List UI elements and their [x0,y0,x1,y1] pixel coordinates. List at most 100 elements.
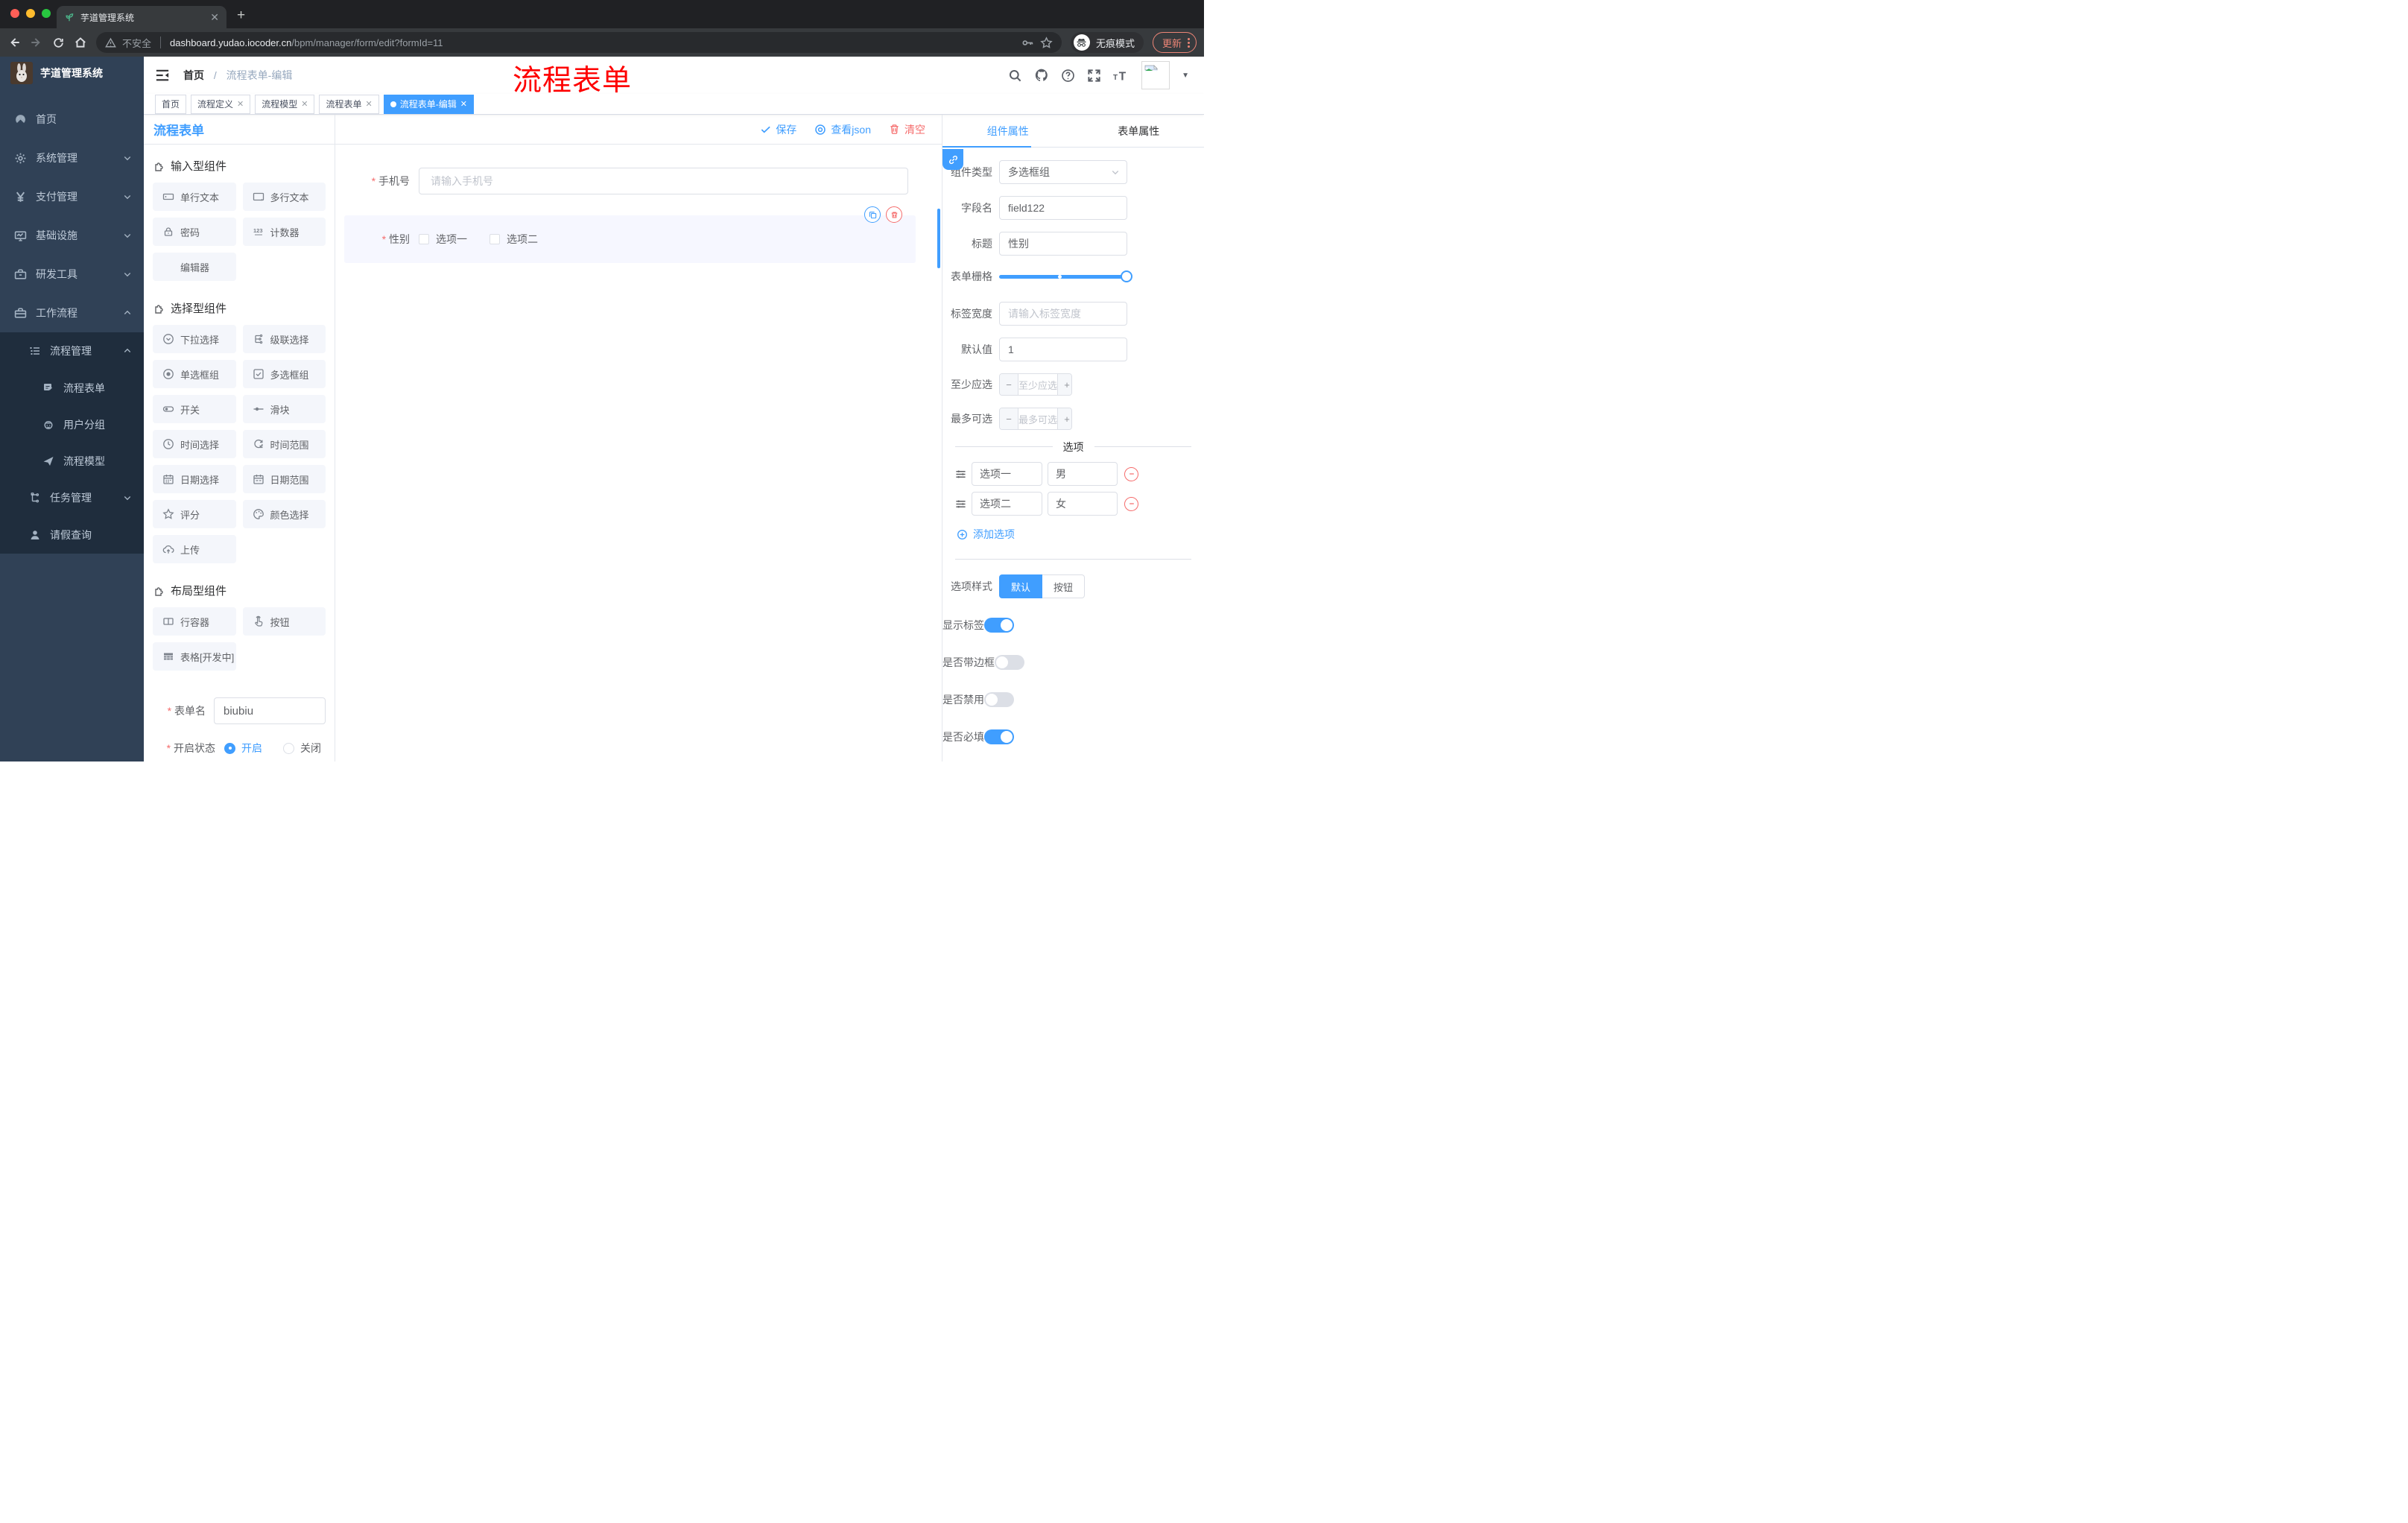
sidebar-item-user-group[interactable]: 用户分组 [0,406,144,443]
sidebar-item-payment[interactable]: 支付管理 [0,177,144,216]
grid-slider[interactable] [999,270,1132,282]
tab-component-props[interactable]: 组件属性 [942,115,1074,147]
option-value-input[interactable] [1048,492,1118,516]
option-label-input[interactable] [972,492,1042,516]
avatar-caret-icon[interactable]: ▼ [1182,72,1189,80]
palette-item-radio-group[interactable]: 单选框组 [153,360,236,388]
github-icon[interactable] [1034,68,1049,83]
sidebar-logo[interactable]: 芋道管理系统 [0,57,144,89]
drag-handle-icon[interactable] [955,469,966,480]
close-icon[interactable]: ✕ [301,99,308,109]
style-button-button[interactable]: 按钮 [1042,574,1086,598]
default-value-input[interactable] [999,338,1127,361]
palette-item-time-picker[interactable]: 时间选择 [153,430,236,458]
palette-item-checkbox-group[interactable]: 多选框组 [242,360,326,388]
view-tab-home[interactable]: 首页 [155,94,187,114]
sidebar-item-leave-query[interactable]: 请假查询 [0,516,144,554]
palette-item-table[interactable]: 表格[开发中] [153,642,236,671]
collapse-sidebar-icon[interactable] [155,68,170,83]
form-name-input[interactable] [214,697,326,724]
phone-field-row[interactable]: 手机号 [335,168,942,194]
reload-icon[interactable] [52,37,65,49]
gender-option-2[interactable]: 选项二 [489,232,538,247]
tab-form-props[interactable]: 表单属性 [1074,115,1205,147]
close-icon[interactable]: ✕ [366,99,373,109]
gender-option-1[interactable]: 选项一 [419,232,467,247]
palette-item-color-picker[interactable]: 颜色选择 [242,500,326,528]
browser-update-button[interactable]: 更新 [1152,32,1197,53]
browser-tab[interactable]: 芋道管理系统 ✕ [57,6,226,28]
option-value-input[interactable] [1048,462,1118,486]
sidebar-item-workflow[interactable]: 工作流程 [0,294,144,332]
canvas-scrollbar-thumb[interactable] [937,209,940,268]
minimize-window-button[interactable] [26,9,35,18]
slider-handle[interactable] [1121,270,1132,282]
sidebar-item-process-model[interactable]: 流程模型 [0,443,144,479]
fullscreen-icon[interactable] [1087,69,1101,83]
view-tab-process-def[interactable]: 流程定义 ✕ [191,94,251,114]
tab-close-icon[interactable]: ✕ [210,12,219,22]
back-icon[interactable] [7,36,21,49]
required-toggle[interactable] [984,729,1014,744]
font-size-icon[interactable]: TT [1113,69,1129,83]
palette-item-button[interactable]: 按钮 [242,607,326,636]
view-json-button[interactable]: 查看json [814,122,871,137]
palette-item-switch[interactable]: 开关 [153,395,236,423]
palette-item-cascader[interactable]: 级联选择 [242,325,326,353]
password-key-icon[interactable] [1021,37,1034,49]
min-select-value[interactable]: 至少应选 [1018,374,1057,395]
bookmark-star-icon[interactable] [1040,36,1053,49]
sidebar-item-system[interactable]: 系统管理 [0,139,144,177]
avatar[interactable] [1141,61,1170,89]
show-label-toggle[interactable] [984,618,1014,633]
add-option-button[interactable]: 添加选项 [942,527,1204,542]
zoom-window-button[interactable] [42,9,51,18]
drag-handle-icon[interactable] [955,498,966,510]
palette-item-single-text[interactable]: 单行文本 [153,183,236,211]
palette-item-editor[interactable]: 编辑器 [153,253,236,281]
selected-gender-widget[interactable]: 性别 选项一 选项二 [344,206,916,263]
remove-option-button[interactable] [1124,466,1138,481]
home-icon[interactable] [74,36,87,49]
clear-button[interactable]: 清空 [889,122,925,137]
style-default-button[interactable]: 默认 [999,574,1043,598]
palette-item-textarea[interactable]: 多行文本 [242,183,326,211]
border-toggle[interactable] [995,655,1024,670]
close-icon[interactable]: ✕ [460,99,467,109]
title-input[interactable] [999,232,1127,256]
copy-widget-button[interactable] [864,206,881,223]
help-icon[interactable] [1061,69,1075,83]
option-label-input[interactable] [972,462,1042,486]
increase-button[interactable]: + [1057,408,1071,429]
save-button[interactable]: 保存 [760,122,796,137]
canvas-body[interactable]: 手机号 性别 选项一 选项二 [335,145,942,762]
palette-item-counter[interactable]: 123 计数器 [242,218,326,246]
max-select-value[interactable]: 最多可选 [1018,408,1057,429]
search-icon[interactable] [1008,69,1022,83]
field-name-input[interactable] [999,196,1127,220]
palette-item-select[interactable]: 下拉选择 [153,325,236,353]
view-tab-process-form[interactable]: 流程表单 ✕ [319,94,379,114]
new-tab-button[interactable]: + [237,7,245,24]
palette-item-slider[interactable]: 滑块 [242,395,326,423]
sidebar-item-process-mgmt[interactable]: 流程管理 [0,332,144,370]
security-label[interactable]: 不安全 [122,36,151,50]
close-icon[interactable]: ✕ [237,99,244,109]
breadcrumb-home[interactable]: 首页 [183,69,204,81]
palette-item-row-container[interactable]: 行容器 [153,607,236,636]
link-drawer-button[interactable] [942,149,963,170]
component-type-select[interactable]: 多选框组 [999,160,1127,184]
delete-widget-button[interactable] [886,206,902,223]
disabled-toggle[interactable] [984,692,1014,707]
browser-menu-icon[interactable] [1188,37,1190,48]
sidebar-item-task-mgmt[interactable]: 任务管理 [0,479,144,516]
sidebar-item-infra[interactable]: 基础设施 [0,216,144,255]
palette-item-rate[interactable]: 评分 [153,500,236,528]
status-on-radio[interactable]: 开启 [224,741,262,756]
increase-button[interactable]: + [1057,374,1071,395]
address-bar[interactable]: 不安全 dashboard.yudao.iocoder.cn/bpm/manag… [96,32,1062,53]
close-window-button[interactable] [10,9,19,18]
decrease-button[interactable]: − [1000,408,1018,429]
phone-input[interactable] [419,168,908,194]
remove-option-button[interactable] [1124,496,1138,511]
